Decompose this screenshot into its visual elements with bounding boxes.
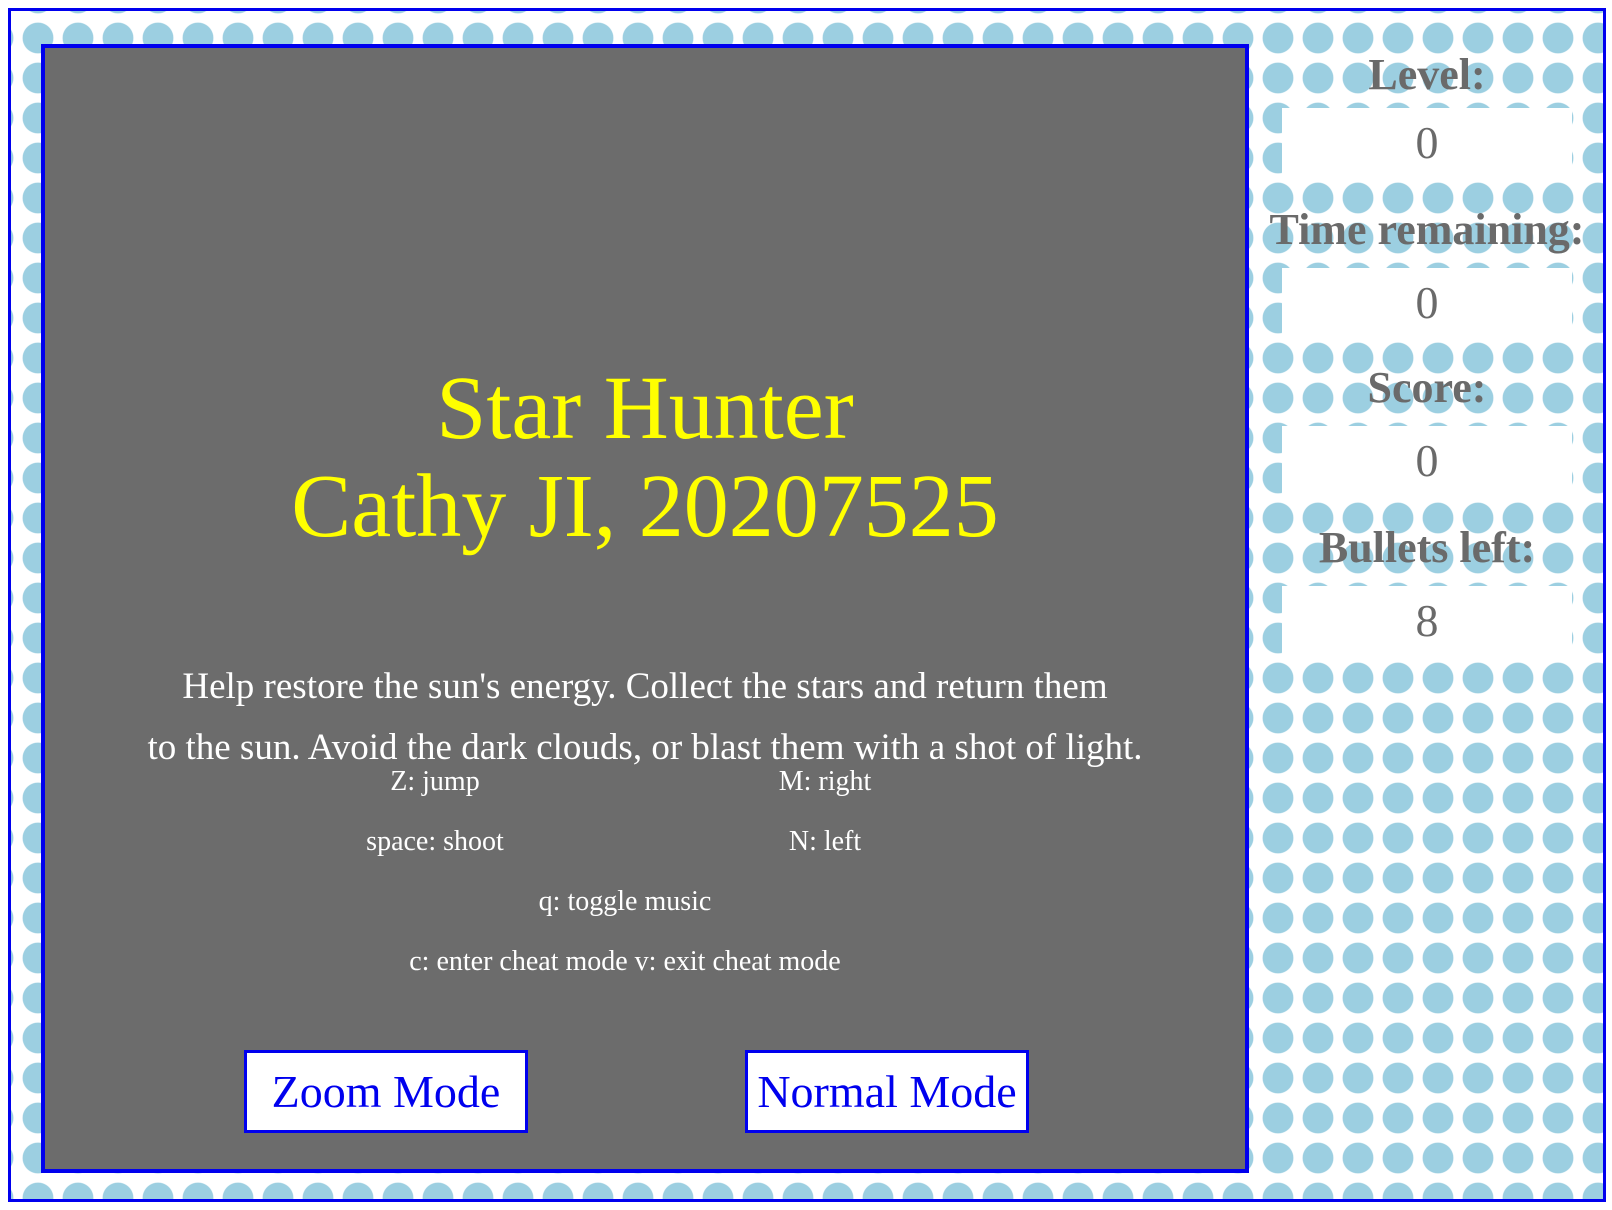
control-right: M: right: [778, 766, 872, 797]
control-music: q: toggle music: [538, 886, 712, 917]
score-value: 0: [1282, 426, 1572, 496]
time-remaining-value: 0: [1282, 268, 1572, 338]
bullets-left-value: 8: [1282, 586, 1572, 656]
control-cheat-mode: c: enter cheat mode v: exit cheat mode: [409, 946, 841, 977]
instructions-line: Help restore the sun's energy. Collect t…: [182, 666, 1108, 707]
normal-mode-button[interactable]: Normal Mode: [745, 1050, 1029, 1133]
time-remaining-label: Time remaining:: [1269, 205, 1585, 254]
level-label: Level:: [1368, 50, 1486, 99]
bullets-left-label: Bullets left:: [1318, 523, 1536, 572]
game-title-line: Star Hunter: [436, 359, 854, 458]
author-line: Cathy JI, 20207525: [291, 457, 999, 556]
zoom-mode-button[interactable]: Zoom Mode: [244, 1050, 528, 1133]
control-left: N: left: [788, 826, 862, 857]
level-value: 0: [1282, 108, 1572, 178]
game-title: Star Hunter Cathy JI, 20207525: [45, 360, 1245, 556]
score-label: Score:: [1367, 363, 1487, 412]
control-shoot: space: shoot: [366, 826, 504, 857]
game-screen[interactable]: Star Hunter Cathy JI, 20207525 Help rest…: [41, 44, 1249, 1173]
instructions-line: to the sun. Avoid the dark clouds, or bl…: [147, 727, 1143, 768]
control-jump: Z: jump: [390, 766, 480, 797]
game-instructions: Help restore the sun's energy. Collect t…: [45, 656, 1245, 778]
